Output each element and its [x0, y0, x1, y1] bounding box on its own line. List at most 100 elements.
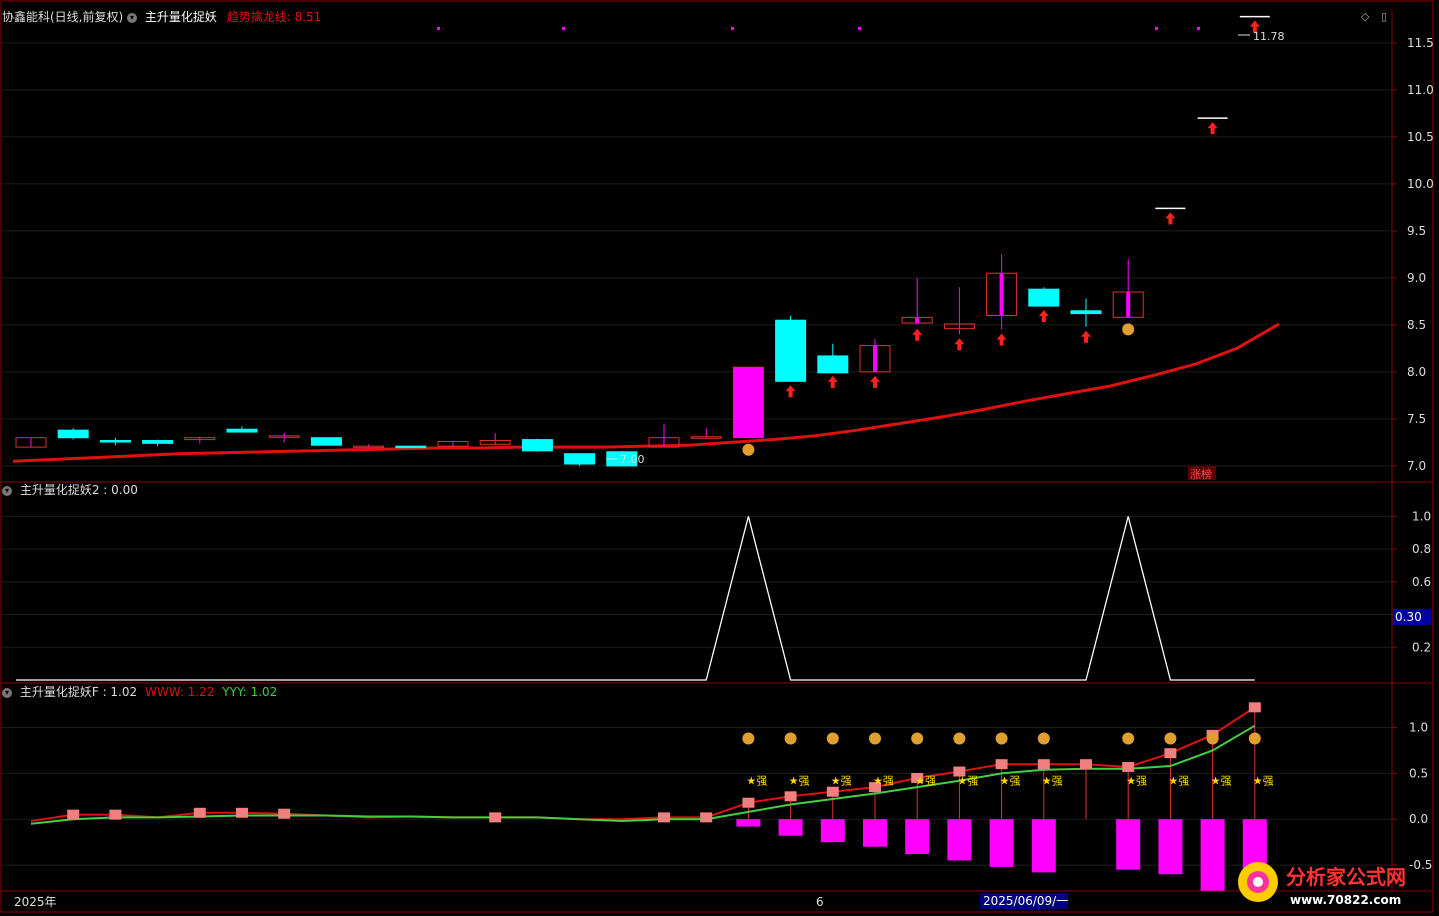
candle-inner: [873, 345, 877, 372]
watermark-url: www.70822.com: [1290, 893, 1401, 907]
negative-bar: [820, 819, 845, 843]
www-line: [30, 706, 1256, 823]
indicator2-line: [16, 516, 1255, 681]
signal-dot: [562, 27, 565, 30]
candle-body: [732, 366, 764, 439]
indicatorF-tick-label: 0.0: [1409, 812, 1428, 826]
www-marker: [109, 809, 122, 820]
buy-arrow-icon: [1081, 330, 1091, 343]
ma-value: 8.51: [294, 10, 322, 24]
panel2-title: 主升量化捉妖2: [19, 483, 100, 497]
buy-arrow-icon: [827, 375, 838, 388]
candle-body: [226, 428, 258, 433]
money-bag-icon: [742, 443, 755, 456]
month-label: 6: [816, 895, 824, 909]
candle-inner: [915, 317, 920, 324]
yyy-line: [30, 724, 1256, 825]
signal-dot: [858, 27, 861, 30]
indicator2-tick-label: 0.8: [1412, 542, 1431, 556]
www-marker: [784, 791, 797, 802]
cursor-value-text: 0.30: [1395, 610, 1422, 624]
www-marker: [995, 759, 1008, 770]
ma-label: 趋势擒龙线:: [226, 10, 291, 24]
price-tick-label: 8.5: [1407, 318, 1426, 332]
panel3-header: ▾ 主升量化捉妖F : 1.02 WWW: 1.22 YYY: 1.02: [2, 684, 277, 700]
negative-bar: [1200, 819, 1225, 891]
candle-inner: [999, 273, 1004, 316]
candle-body: [99, 440, 131, 443]
buy-arrow-icon: [954, 338, 965, 351]
negative-bar: [1031, 819, 1056, 873]
indicator2-tick-label: 0.2: [1412, 640, 1431, 654]
price-tick-label: 11.5: [1407, 36, 1434, 50]
negative-bar: [778, 819, 803, 836]
www-marker: [1164, 748, 1177, 759]
strong-signal-label: ★强: [1000, 774, 1021, 787]
money-bag-icon: [784, 732, 797, 745]
panel3-title: 主升量化捉妖F: [19, 685, 99, 699]
www-marker: [1248, 702, 1261, 713]
money-bag-icon: [995, 732, 1008, 745]
www-marker: [1080, 759, 1092, 770]
negative-bar: [1158, 819, 1183, 875]
strong-signal-label: ★强: [831, 774, 852, 787]
indicatorF-panel[interactable]: ★强 ★强 ★强 ★强 ★强 ★强 ★强 ★强 ★强 ★强 ★强 ★强: [30, 702, 1274, 891]
money-bag-icon: [1248, 732, 1261, 745]
candle-body: [817, 355, 849, 374]
strong-signal-label: ★强: [746, 774, 767, 787]
price-tick-label: 10.5: [1407, 130, 1434, 144]
money-bag-icon: [911, 732, 924, 745]
panel1-header: 协鑫能科(日线,前复权) ▾ 主升量化捉妖 趋势擒龙线: 8.51: [2, 9, 321, 25]
www-marker: [489, 812, 502, 823]
collapse-icon[interactable]: ▾: [2, 485, 12, 496]
candle-body: [564, 453, 596, 465]
strong-signal-label: ★强: [915, 774, 936, 787]
price-tick-label: 7.5: [1407, 412, 1426, 426]
money-bag-icon: [826, 732, 839, 745]
indicator2-panel[interactable]: [16, 516, 1255, 681]
strong-signal-label: ★强: [957, 774, 978, 787]
panel2-header: ▾ 主升量化捉妖2 : 0.00: [2, 482, 138, 498]
strong-signal-label: ★强: [873, 774, 894, 787]
money-bag-icon: [1122, 732, 1135, 745]
diamond-icon[interactable]: ◇: [1361, 10, 1369, 23]
price-tick-label: 8.0: [1407, 365, 1426, 379]
candle-body: [775, 319, 807, 382]
candle-body: [521, 439, 553, 452]
strong-signal-label: ★强: [1211, 774, 1232, 787]
strong-signal-label: ★强: [1168, 774, 1189, 787]
candle-body: [1028, 288, 1060, 307]
price-tick-label: 11.0: [1407, 83, 1434, 97]
buy-arrow-icon: [912, 328, 923, 341]
www-marker: [278, 808, 291, 819]
watermark: 分析家公式网 www.70822.com: [1238, 862, 1406, 907]
yyy-value: 1.02: [250, 685, 278, 699]
window-icon[interactable]: ▯: [1381, 10, 1387, 23]
collapse-icon[interactable]: ▾: [2, 687, 12, 698]
low-label: 7.00: [620, 453, 645, 466]
money-bag-icon: [953, 732, 966, 745]
signal-dot: [1197, 27, 1200, 30]
money-bag-icon: [1037, 732, 1050, 745]
negative-bar: [989, 819, 1014, 867]
candlestick-panel[interactable]: 11.78 7.00: [12, 15, 1285, 467]
signal-dot: [1155, 27, 1158, 30]
candle-inner: [1126, 292, 1131, 318]
candle-body: [142, 440, 174, 444]
signal-dot: [437, 27, 440, 30]
negative-bar: [947, 819, 972, 861]
stock-chart-frame[interactable]: 11.787.00 ★强 ★强 ★强 ★强 ★强 ★强 ★强 ★强 ★强 ★强 ★强 ★强 11.51…: [0, 0, 1439, 916]
strong-signal-label: ★强: [1042, 774, 1063, 787]
negative-bar: [905, 819, 930, 855]
collapse-icon[interactable]: ▾: [127, 12, 138, 23]
panel2-value: 0.00: [111, 483, 138, 497]
money-bag-icon: [869, 732, 881, 745]
indicator2-tick-label: 0.6: [1412, 575, 1431, 589]
buy-arrow-icon: [870, 375, 880, 388]
cursor-date: 2025/06/09/一: [983, 894, 1068, 908]
www-marker: [1037, 759, 1050, 770]
buy-arrow-icon: [1165, 212, 1176, 225]
candle-body: [57, 429, 89, 439]
www-marker: [742, 797, 755, 808]
yyy-label: YYY:: [222, 685, 247, 699]
